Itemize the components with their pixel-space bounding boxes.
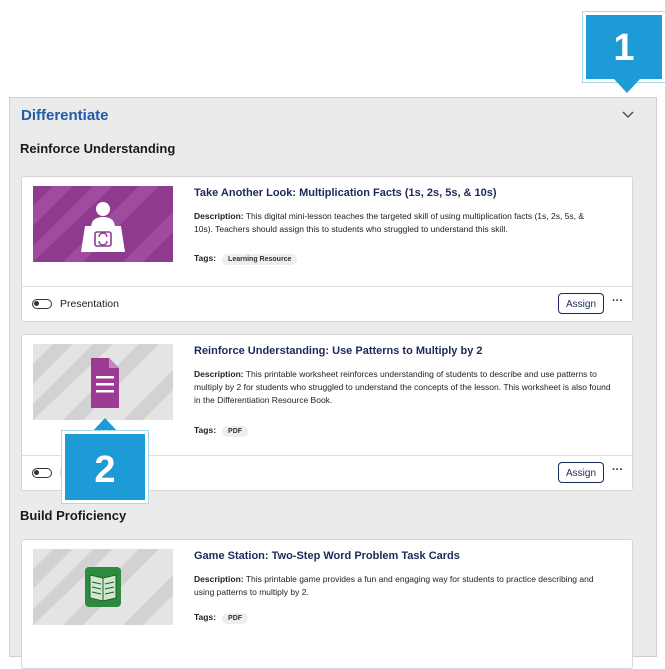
book-icon xyxy=(85,567,121,607)
chevron-down-icon xyxy=(622,111,634,118)
resource-description: Description: This digital mini-lesson te… xyxy=(194,211,585,234)
resource-title[interactable]: Game Station: Two-Step Word Problem Task… xyxy=(194,550,460,562)
toggle-label: Presentation xyxy=(60,298,119,310)
resource-title[interactable]: Reinforce Understanding: Use Patterns to… xyxy=(194,345,483,357)
resource-card: Game Station: Two-Step Word Problem Task… xyxy=(21,539,633,669)
resource-thumbnail[interactable] xyxy=(33,344,173,420)
resource-thumbnail[interactable] xyxy=(33,186,173,262)
section-title-reinforce: Reinforce Understanding xyxy=(20,141,176,156)
section-title-proficiency: Build Proficiency xyxy=(20,508,127,523)
resource-title[interactable]: Take Another Look: Multiplication Facts … xyxy=(194,187,497,199)
callout-1-pointer xyxy=(614,79,640,93)
panel-title: Differentiate xyxy=(21,107,109,124)
card-footer: Presentation Assign ··· xyxy=(22,286,632,321)
callout-2: 2 xyxy=(62,431,148,503)
presentation-toggle[interactable] xyxy=(32,299,52,309)
presentation-toggle[interactable] xyxy=(32,468,52,478)
resource-description: Description: This printable game provide… xyxy=(194,574,594,597)
more-options-icon[interactable]: ··· xyxy=(612,295,623,307)
resource-description: Description: This printable worksheet re… xyxy=(194,369,611,405)
resource-tags: Tags: Learning Resource xyxy=(194,253,298,265)
resource-tags: Tags: PDF xyxy=(194,425,249,437)
assign-button[interactable]: Assign xyxy=(558,293,604,314)
resource-tags: Tags: PDF xyxy=(194,612,249,624)
tag-badge: PDF xyxy=(222,613,249,624)
callout-1: 1 xyxy=(583,12,665,82)
differentiate-panel: Differentiate Reinforce Understanding Ta… xyxy=(9,97,657,669)
resource-thumbnail[interactable] xyxy=(33,549,173,625)
tag-badge: PDF xyxy=(222,426,249,437)
resource-card: Take Another Look: Multiplication Facts … xyxy=(21,176,633,322)
assign-button[interactable]: Assign xyxy=(558,462,604,483)
collapse-button[interactable] xyxy=(620,108,636,124)
document-icon xyxy=(91,358,119,408)
tag-badge: Learning Resource xyxy=(222,254,298,265)
more-options-icon[interactable]: ··· xyxy=(612,464,623,476)
